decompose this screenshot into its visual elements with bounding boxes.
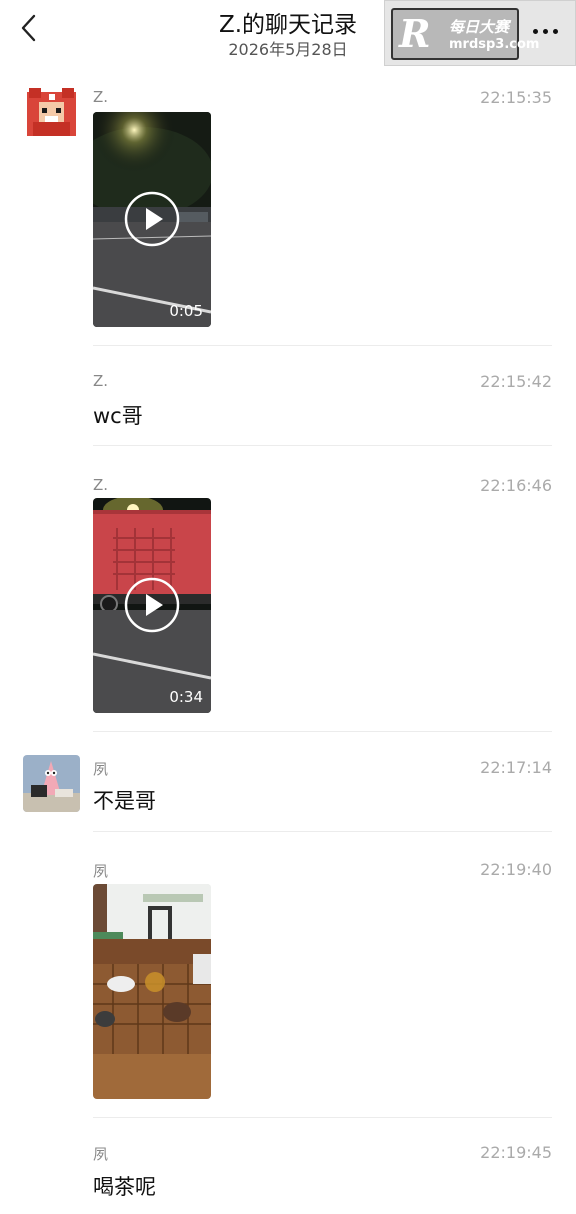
sender-name: Z. xyxy=(93,88,109,106)
message-time: 22:16:46 xyxy=(480,476,552,495)
message-time: 22:15:35 xyxy=(480,88,552,107)
sender-name: 夙 xyxy=(93,760,109,778)
play-icon xyxy=(124,191,180,247)
video-duration: 0:34 xyxy=(169,688,203,706)
message-item: 夙 22:19:40 xyxy=(0,860,576,1125)
more-dot xyxy=(552,28,558,34)
sender-name: 夙 xyxy=(93,862,109,880)
video-duration: 0:05 xyxy=(169,302,203,320)
more-dot xyxy=(542,28,548,34)
message-item: 夙 22:17:14 不是哥 xyxy=(0,755,576,835)
avatar[interactable] xyxy=(23,86,80,143)
message-time: 22:19:40 xyxy=(480,860,552,879)
message-item: Z. 22:16:46 0:34 xyxy=(0,474,576,739)
message-time: 22:17:14 xyxy=(480,758,552,777)
watermark: R 每日大赛 mrdsp3.com xyxy=(384,0,576,66)
more-dots-icon xyxy=(532,28,538,34)
sender-name: Z. xyxy=(93,476,109,494)
message-text: 不是哥 xyxy=(93,789,156,813)
video-thumbnail[interactable]: 0:05 xyxy=(93,112,211,327)
avatar-z-icon xyxy=(23,86,80,143)
divider xyxy=(93,1117,552,1118)
watermark-text: 每日大赛 xyxy=(449,18,510,36)
message-item: Z. 22:15:42 wc哥 xyxy=(0,370,576,450)
play-icon xyxy=(124,577,180,633)
divider xyxy=(93,831,552,832)
avatar-patrick-icon xyxy=(23,755,80,812)
message-time: 22:19:45 xyxy=(480,1143,552,1162)
message-text: 喝茶呢 xyxy=(93,1175,156,1199)
message-item: Z. 22:15:35 0:05 xyxy=(0,84,576,354)
image-thumbnail[interactable] xyxy=(93,884,211,1099)
divider xyxy=(93,731,552,732)
video-thumbnail[interactable]: 0:34 xyxy=(93,498,211,713)
avatar[interactable] xyxy=(23,755,80,812)
sender-name: Z. xyxy=(93,372,109,390)
watermark-r-icon: R xyxy=(399,11,431,56)
divider xyxy=(93,345,552,346)
message-item: 夙 22:19:45 喝茶呢 xyxy=(0,1143,576,1214)
message-time: 22:15:42 xyxy=(480,372,552,391)
divider xyxy=(93,445,552,446)
sender-name: 夙 xyxy=(93,1145,109,1163)
watermark-logo: R 每日大赛 mrdsp3.com xyxy=(391,8,539,60)
tea-table-image xyxy=(93,884,211,1099)
more-button[interactable] xyxy=(525,19,565,43)
message-text: wc哥 xyxy=(93,404,143,428)
